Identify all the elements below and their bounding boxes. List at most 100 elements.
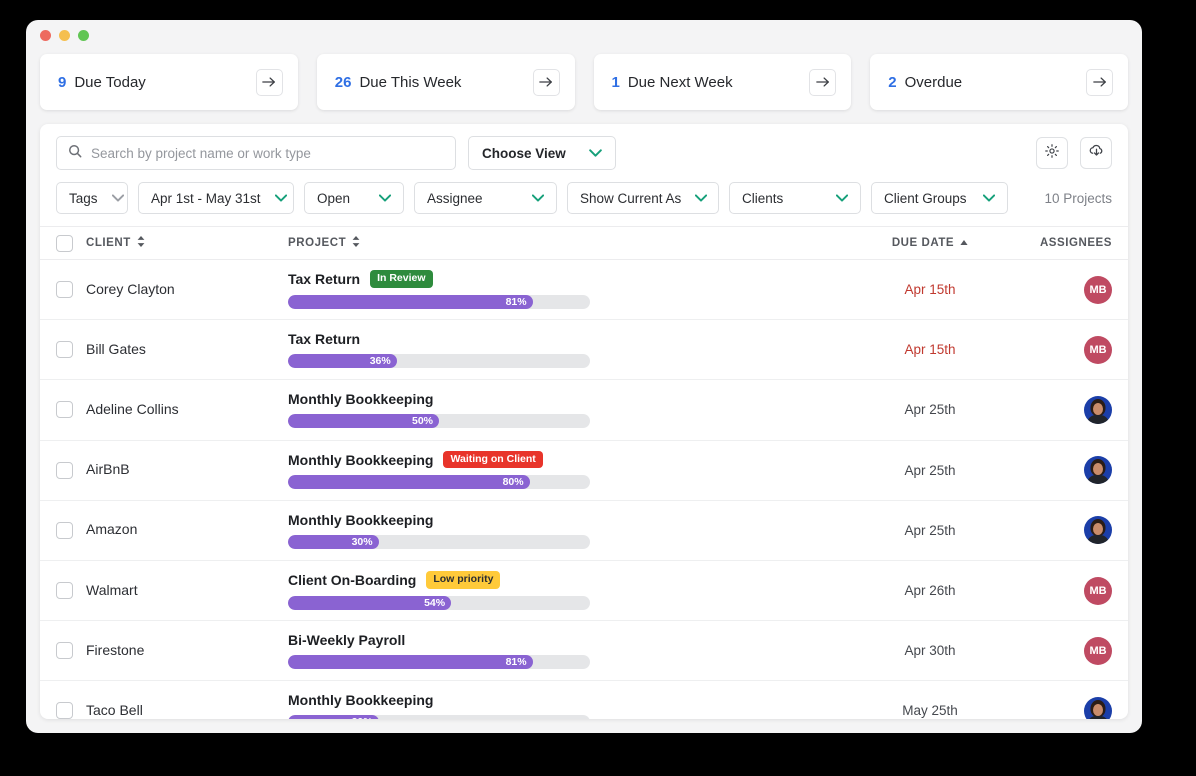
arrow-right-icon[interactable] (1086, 68, 1113, 96)
status-badge: In Review (370, 270, 433, 288)
column-header-project-label: PROJECT (288, 237, 347, 249)
filter-row: Tags Apr 1st - May 31st Open Assignee Show C… (40, 182, 1128, 226)
table-row[interactable]: Amazon Monthly Bookkeeping 30% Apr 25th (40, 501, 1128, 561)
stat-label: Overdue (904, 73, 963, 91)
minimize-window-button[interactable] (59, 29, 70, 41)
cell-assignees (1020, 456, 1112, 485)
row-checkbox[interactable] (56, 341, 73, 359)
column-header-project[interactable]: PROJECT (288, 236, 840, 250)
client-name: AirBnB (86, 461, 130, 478)
search-box[interactable] (56, 136, 456, 170)
select-all-checkbox-cell[interactable] (56, 234, 86, 252)
stat-card-0[interactable]: 9 Due Today (40, 54, 298, 110)
row-checkbox[interactable] (56, 461, 73, 479)
maximize-window-button[interactable] (78, 29, 89, 41)
download-button[interactable] (1080, 137, 1112, 169)
row-checkbox[interactable] (56, 401, 73, 419)
table-row[interactable]: Firestone Bi-Weekly Payroll 81% Apr 30th MB (40, 621, 1128, 682)
close-window-button[interactable] (40, 29, 51, 41)
cell-client: AirBnB (86, 461, 288, 479)
avatar[interactable]: MB (1084, 335, 1112, 364)
row-checkbox[interactable] (56, 642, 73, 660)
status-badge: Waiting on Client (443, 450, 543, 469)
avatar[interactable] (1084, 395, 1112, 424)
filter-clients[interactable]: Clients (729, 182, 861, 214)
cell-client: Bill Gates (86, 341, 288, 359)
project-name: Monthly Bookkeeping (288, 692, 434, 709)
row-checkbox-cell[interactable] (56, 401, 86, 419)
avatar[interactable]: MB (1084, 576, 1112, 605)
filter-client-groups[interactable]: Client Groups (871, 182, 1008, 214)
progress-label: 54% (424, 596, 446, 609)
choose-view-dropdown[interactable]: Choose View (468, 136, 616, 170)
filter-open[interactable]: Open (304, 182, 404, 214)
client-name: Amazon (86, 521, 138, 538)
arrow-right-icon[interactable] (532, 68, 560, 96)
table-row[interactable]: Adeline Collins Monthly Bookkeeping 50% Apr… (40, 380, 1128, 441)
row-checkbox-cell[interactable] (56, 702, 86, 719)
filter-show-current-as[interactable]: Show Current As (567, 182, 719, 214)
row-checkbox-cell[interactable] (56, 642, 86, 660)
row-checkbox-cell[interactable] (56, 461, 86, 479)
avatar[interactable] (1084, 696, 1112, 719)
row-checkbox-cell[interactable] (56, 582, 86, 600)
cell-due-date: Apr 25th (840, 523, 1020, 538)
table-row[interactable]: Walmart Client On-Boarding Low priority 54%… (40, 561, 1128, 622)
row-checkbox-cell[interactable] (56, 341, 86, 359)
row-checkbox-cell[interactable] (56, 281, 86, 299)
cell-assignees (1020, 395, 1112, 424)
column-header-client[interactable]: CLIENT (86, 236, 288, 250)
stat-card-1[interactable]: 26 Due This Week (316, 54, 575, 110)
cell-project: Monthly Bookkeeping 30% (288, 692, 840, 719)
cell-assignees: MB (1020, 275, 1112, 304)
stat-card-3[interactable]: 2 Overdue (870, 54, 1128, 110)
progress-bar-fill: 36% (288, 354, 397, 369)
progress-bar: 81% (288, 294, 590, 309)
filter-tags[interactable]: Tags (56, 182, 128, 214)
stat-label: Due Today (74, 73, 146, 91)
chevron-down-icon (695, 194, 708, 202)
table-row[interactable]: Bill Gates Tax Return 36% Apr 15th MB (40, 320, 1128, 381)
row-checkbox[interactable] (56, 521, 73, 539)
cell-client: Amazon (86, 521, 288, 539)
arrow-right-icon[interactable] (255, 68, 283, 96)
cell-client: Walmart (86, 582, 288, 600)
due-date: May 25th (902, 703, 958, 719)
cell-due-date: Apr 26th (840, 583, 1020, 598)
progress-label: 30% (351, 535, 373, 548)
avatar[interactable]: MB (1084, 636, 1112, 665)
cell-client: Adeline Collins (86, 401, 288, 419)
row-checkbox[interactable] (56, 582, 73, 600)
table-row[interactable]: Corey Clayton Tax Return In Review 81% Apr 1… (40, 260, 1128, 321)
filter-apr-1st-may-31st[interactable]: Apr 1st - May 31st (138, 182, 294, 214)
cell-due-date: May 25th (840, 703, 1020, 718)
table-row[interactable]: AirBnB Monthly Bookkeeping Waiting on Clie… (40, 441, 1128, 501)
stat-card-2[interactable]: 1 Due Next Week (593, 54, 852, 110)
filter-assignee[interactable]: Assignee (414, 182, 557, 214)
row-checkbox[interactable] (56, 281, 73, 299)
row-checkbox-cell[interactable] (56, 521, 86, 539)
sort-updown-icon (137, 236, 145, 250)
column-header-due-date[interactable]: DUE DATE (840, 237, 1020, 249)
cell-project: Monthly Bookkeeping 50% (288, 391, 840, 429)
stat-label: Due Next Week (627, 73, 733, 91)
avatar[interactable]: MB (1084, 275, 1112, 304)
search-icon (68, 144, 82, 163)
settings-button[interactable] (1036, 137, 1068, 169)
search-input[interactable] (91, 145, 444, 161)
client-name: Adeline Collins (86, 400, 179, 417)
stat-cards: 9 Due Today 26 Due This Week 1 Due Next Week 2… (26, 50, 1142, 110)
row-checkbox[interactable] (56, 702, 73, 719)
column-header-assignees-label: ASSIGNEES (1039, 237, 1112, 249)
due-date: Apr 15th (904, 342, 956, 358)
arrow-right-icon[interactable] (809, 68, 837, 96)
avatar[interactable] (1084, 456, 1112, 485)
project-name: Tax Return (288, 331, 361, 348)
projects-panel: Choose View (40, 124, 1128, 719)
table-row[interactable]: Taco Bell Monthly Bookkeeping 30% May 25th (40, 681, 1128, 719)
avatar[interactable] (1084, 516, 1112, 545)
select-all-checkbox[interactable] (56, 234, 73, 252)
progress-label: 36% (369, 355, 391, 368)
progress-label: 81% (505, 656, 527, 669)
stat-count: 9 (58, 73, 67, 91)
